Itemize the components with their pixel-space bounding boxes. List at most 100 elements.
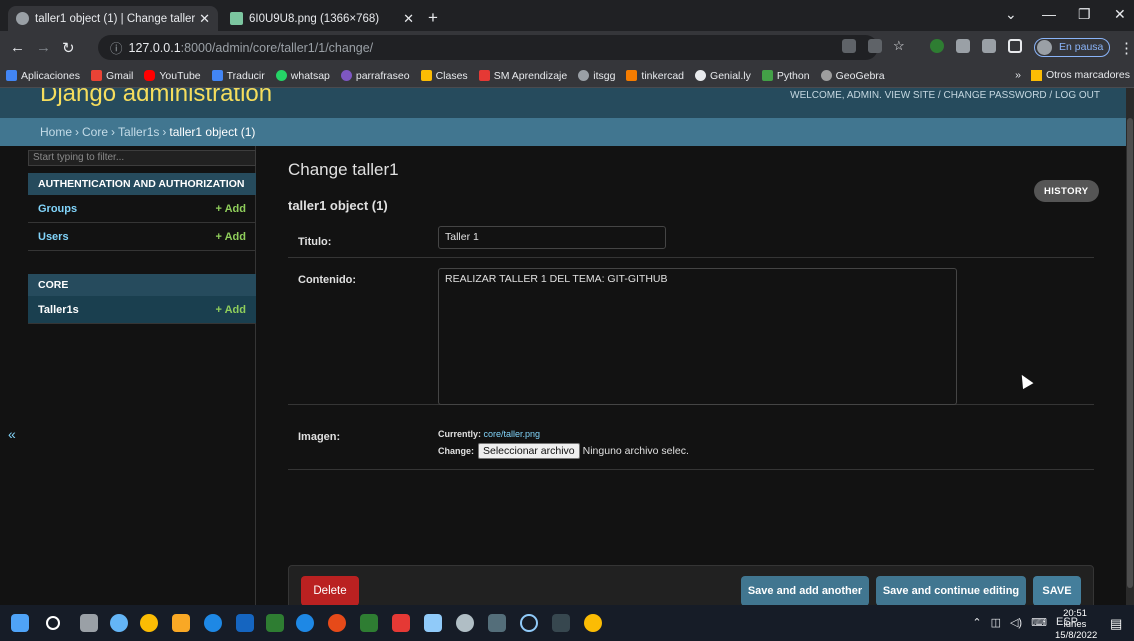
browser-tab[interactable]: 6I0U9U8.png (1366×768) ✕ <box>222 6 422 31</box>
breadcrumb-taller1s[interactable]: Taller1s <box>118 125 159 139</box>
user-tools[interactable]: WELCOME, ADMIN. VIEW SITE / CHANGE PASSW… <box>790 90 1100 101</box>
model-link[interactable]: Groups <box>38 203 77 215</box>
winrar-icon[interactable] <box>552 614 570 632</box>
save-add-another-button[interactable]: Save and add another <box>741 576 869 605</box>
bookmark-item[interactable]: Genial.ly <box>695 70 751 82</box>
maximize-icon[interactable]: ❐ <box>1078 6 1091 23</box>
notepad-icon[interactable] <box>424 614 442 632</box>
browser-tab-active[interactable]: taller1 object (1) | Change taller1 ✕ <box>8 6 218 31</box>
bookmark-item[interactable]: Traducir <box>211 70 265 82</box>
powerpoint-icon[interactable] <box>328 614 346 632</box>
history-button[interactable]: HISTORY <box>1034 180 1099 202</box>
chrome-icon[interactable] <box>140 614 158 632</box>
scrollbar-thumb[interactable] <box>1127 118 1133 588</box>
page-scrollbar[interactable] <box>1126 88 1134 605</box>
bookmark-item[interactable]: YouTube <box>144 70 201 82</box>
star-icon[interactable]: ☆ <box>893 38 905 54</box>
app-icon[interactable] <box>520 614 538 632</box>
model-link[interactable]: Taller1s <box>38 304 79 316</box>
settings-icon[interactable] <box>110 614 128 632</box>
bookmark-item[interactable]: Python <box>761 70 810 82</box>
share-icon[interactable] <box>868 39 882 53</box>
clock[interactable]: 20:51 lunes 15/8/2022 <box>1055 608 1097 641</box>
tab-search-icon[interactable]: ⌄ <box>1005 6 1017 23</box>
bookmark-label: whatsap <box>290 69 330 82</box>
model-link[interactable]: Users <box>38 231 69 243</box>
word-icon[interactable] <box>236 614 254 632</box>
save-button[interactable]: SAVE <box>1033 576 1081 605</box>
app-icon[interactable] <box>296 614 314 632</box>
file-change: Change: Seleccionar archivo Ninguno arch… <box>438 443 689 459</box>
close-tab-icon[interactable]: ✕ <box>403 11 414 27</box>
excel-icon[interactable] <box>360 614 378 632</box>
add-link[interactable]: + Add <box>216 304 246 316</box>
apps-icon <box>6 70 17 81</box>
close-window-icon[interactable]: ✕ <box>1114 6 1126 23</box>
notifications-icon[interactable]: ▤ <box>1110 616 1122 632</box>
bookmark-item[interactable]: GeoGebra <box>820 70 885 82</box>
back-icon[interactable]: ← <box>10 39 25 56</box>
edge-icon[interactable] <box>204 614 222 632</box>
info-icon: ⓘ <box>110 42 123 56</box>
side-panel-icon[interactable] <box>1008 39 1022 53</box>
keyboard-icon[interactable]: ⌨ <box>1031 616 1047 629</box>
close-tab-icon[interactable]: ✕ <box>199 11 210 27</box>
python-icon <box>761 70 773 81</box>
site-branding[interactable]: Django administration <box>40 88 272 108</box>
breadcrumb-home[interactable]: Home <box>40 125 72 139</box>
choose-file-button[interactable]: Seleccionar archivo <box>478 443 580 459</box>
chevron-up-icon[interactable]: ⌃ <box>972 616 981 629</box>
bookmark-item[interactable]: Clases <box>420 70 468 82</box>
module-caption-auth[interactable]: AUTHENTICATION AND AUTHORIZATION <box>28 173 256 195</box>
quillbot-icon <box>340 70 352 81</box>
form-row-titulo: Titulo: Taller 1 <box>288 216 1094 258</box>
breadcrumb: Home › Core › Taller1s › taller1 object … <box>0 118 1134 146</box>
breadcrumb-core[interactable]: Core <box>82 125 108 139</box>
translate-icon[interactable] <box>842 39 856 53</box>
toggle-sidebar-button[interactable]: « <box>8 426 16 442</box>
extension-icon[interactable] <box>956 39 970 53</box>
profile-button[interactable]: En pausa <box>1034 38 1111 57</box>
forward-icon[interactable]: → <box>36 39 51 56</box>
bookmark-label: Gmail <box>105 69 134 82</box>
app-icon[interactable] <box>456 614 474 632</box>
new-tab-button[interactable]: + <box>428 8 438 28</box>
titulo-input[interactable]: Taller 1 <box>438 226 666 249</box>
module-caption-core[interactable]: CORE <box>28 274 256 296</box>
app-icon[interactable] <box>488 614 506 632</box>
network-icon[interactable]: ◫ <box>991 616 1001 629</box>
chrome-icon[interactable] <box>584 614 602 632</box>
bookmark-item[interactable]: tinkercad <box>626 70 684 82</box>
reload-icon[interactable]: ↻ <box>62 39 75 57</box>
puzzle-icon[interactable] <box>982 39 996 53</box>
nav-filter-input[interactable]: Start typing to filter... <box>28 150 256 166</box>
bookmarks-bar: Aplicaciones Gmail YouTube Traducir what… <box>0 64 1134 88</box>
menu-icon[interactable]: ⋮ <box>1119 39 1134 57</box>
whatsapp-icon <box>275 70 287 81</box>
bookmark-item[interactable]: Gmail <box>90 69 134 82</box>
bookmark-item[interactable]: itsgg <box>578 70 615 82</box>
bookmark-item[interactable]: SM Aprendizaje <box>478 70 567 82</box>
delete-button[interactable]: Delete <box>301 576 359 605</box>
brave-icon[interactable] <box>392 614 410 632</box>
volume-icon[interactable]: ◁) <box>1010 616 1022 629</box>
search-icon[interactable] <box>46 616 60 630</box>
bookmark-item[interactable]: Aplicaciones <box>6 70 80 82</box>
address-bar[interactable]: ⓘ 127.0.0.1 :8000/admin/core/taller1/1/c… <box>98 35 878 60</box>
windows-start-icon[interactable] <box>11 614 29 632</box>
add-link[interactable]: + Add <box>216 231 246 243</box>
contenido-textarea[interactable]: REALIZAR TALLER 1 DEL TEMA: GIT-GITHUB <box>438 268 957 405</box>
folder-icon <box>1030 69 1042 81</box>
file-explorer-icon[interactable] <box>172 614 190 632</box>
overflow-chevron-icon[interactable]: » <box>1015 69 1021 81</box>
extension-icon[interactable] <box>930 39 944 53</box>
other-bookmarks[interactable]: Otros marcadores <box>1046 69 1130 81</box>
pycharm-icon[interactable] <box>266 614 284 632</box>
current-file-link[interactable]: core/taller.png <box>484 429 541 439</box>
bookmark-item[interactable]: parrafraseo <box>340 70 410 82</box>
minimize-icon[interactable]: — <box>1042 6 1056 22</box>
task-view-icon[interactable] <box>80 614 98 632</box>
bookmark-item[interactable]: whatsap <box>275 69 330 82</box>
save-continue-button[interactable]: Save and continue editing <box>876 576 1026 605</box>
add-link[interactable]: + Add <box>216 203 246 215</box>
